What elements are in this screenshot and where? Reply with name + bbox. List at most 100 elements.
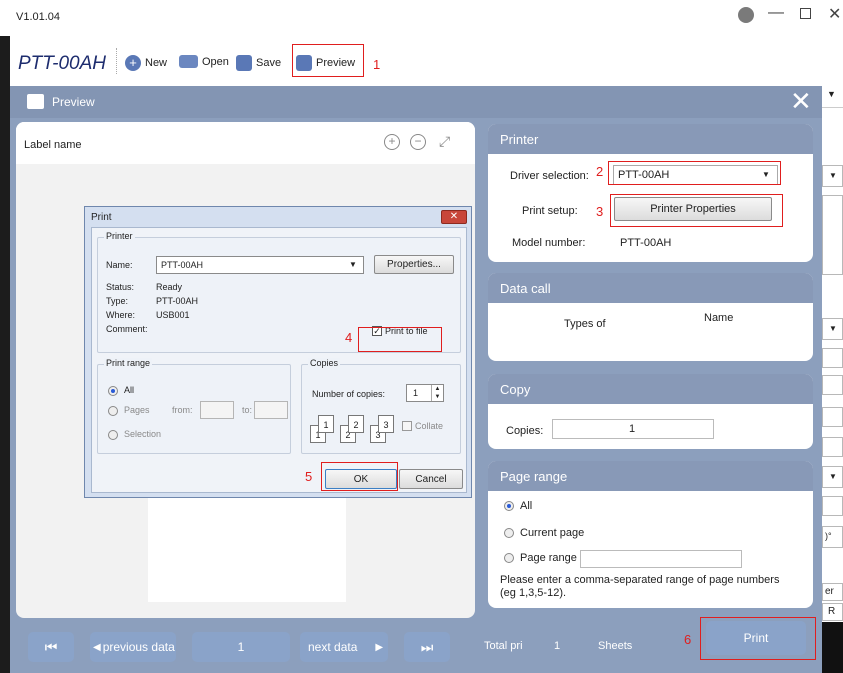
print-dialog-title: Print (91, 212, 112, 223)
printer-panel: Printer Driver selection: PTT-00AH ▼ Pri… (488, 124, 813, 262)
skip-back-icon: ⏮ (44, 638, 58, 655)
range-from-label: from: (172, 405, 193, 415)
page-number-field[interactable]: 1 (192, 632, 290, 662)
annotation-number-2: 2 (596, 164, 604, 179)
window-title-bar: V1.01.04 — ✕ (0, 0, 843, 36)
properties-button[interactable]: Properties... (374, 255, 454, 274)
folder-icon (179, 55, 198, 68)
printer-name-select[interactable]: PTT-00AH ▼ (156, 256, 364, 274)
globe-icon[interactable] (738, 7, 754, 23)
range-pages-option[interactable]: Pages (108, 405, 150, 416)
radio-icon (108, 429, 118, 440)
page-range-input[interactable] (580, 550, 742, 568)
close-icon[interactable]: ✕ (790, 87, 812, 115)
driver-selection-label: Driver selection: (510, 170, 589, 182)
radio-selected-icon (504, 501, 514, 512)
range-to-label: to: (242, 405, 253, 415)
annotation-box-5 (321, 462, 398, 491)
page-range-custom-option[interactable]: Page range (504, 552, 577, 564)
annotation-box-4 (358, 327, 442, 352)
annotation-number-6: 6 (684, 632, 692, 647)
annotation-number-5: 5 (305, 469, 313, 484)
sheets-label: Sheets (598, 640, 633, 652)
side-input-1[interactable] (822, 348, 843, 368)
chevron-down-icon: ▼ (829, 324, 837, 333)
last-page-button[interactable]: ⏭ (404, 632, 450, 662)
side-dropdown-3[interactable]: ▼ (822, 466, 843, 488)
side-input-2[interactable] (822, 437, 843, 457)
radio-selected-icon (108, 385, 118, 396)
checkbox-icon (402, 421, 412, 431)
cancel-button[interactable]: Cancel (399, 469, 463, 489)
page-stack-icon: 3 (378, 415, 394, 433)
status-label: Status: (106, 282, 135, 292)
print-setup-label: Print setup: (522, 205, 578, 217)
range-all-option[interactable]: All (108, 385, 134, 396)
status-value: Ready (156, 282, 183, 292)
copies-stepper[interactable]: 1 ▲ ▼ (406, 384, 444, 402)
printer-icon (27, 94, 44, 109)
print-dialog: Print ✕ Printer Name: PTT-00AH ▼ Propert… (84, 206, 472, 498)
plus-icon: + (125, 55, 141, 71)
name-label: Name: (106, 260, 133, 270)
annotation-number-3: 3 (596, 204, 604, 219)
print-range-group: Print range All Pages from: to: Selectio… (97, 358, 291, 454)
side-r-button[interactable]: R (822, 603, 843, 621)
side-stepper-1[interactable] (822, 375, 843, 395)
where-label: Where: (106, 310, 136, 320)
radio-icon (504, 528, 514, 539)
page-range-all-option[interactable]: All (504, 500, 532, 512)
range-selection-option[interactable]: Selection (108, 429, 161, 440)
data-call-col-name: Name (704, 312, 734, 324)
close-icon[interactable]: ✕ (441, 210, 467, 224)
new-button[interactable]: + New (125, 55, 167, 71)
page-range-current-option[interactable]: Current page (504, 527, 584, 539)
total-printed-value: 1 (554, 640, 561, 652)
open-button[interactable]: Open (179, 55, 229, 68)
zoom-out-icon[interactable]: − (410, 134, 426, 150)
restore-icon[interactable] (800, 8, 811, 19)
side-textarea[interactable] (822, 195, 843, 275)
side-dropdown-1[interactable]: ▼ (822, 165, 843, 187)
skip-forward-icon: ⏭ (420, 638, 434, 655)
range-from-input[interactable] (200, 401, 234, 419)
printer-panel-header: Printer (488, 124, 813, 154)
preview-dialog-header: Preview ✕ (10, 86, 822, 118)
fullscreen-icon[interactable]: ⤢ (439, 133, 450, 150)
previous-data-button[interactable]: ◀ previous data (90, 632, 176, 662)
page-stack-icon: 1 (318, 415, 334, 433)
side-stepper-3[interactable] (822, 496, 843, 516)
data-call-panel: Data call Types of Name (488, 273, 813, 361)
type-value: PTT-00AH (156, 296, 199, 306)
page-range-hint: Please enter a comma-separated range of … (500, 574, 780, 599)
side-stepper-2[interactable] (822, 407, 843, 427)
total-printed-label: Total pri (484, 640, 523, 652)
minimize-icon[interactable]: — (768, 4, 784, 22)
floppy-icon (236, 55, 252, 71)
first-page-button[interactable]: ⏮ (28, 632, 74, 662)
side-dropdown-top[interactable]: ▼ (822, 86, 843, 108)
side-dropdown-2[interactable]: ▼ (822, 318, 843, 340)
side-black-footer (822, 622, 843, 673)
annotation-number-4: 4 (345, 330, 353, 345)
collate-checkbox[interactable]: Collate (402, 421, 443, 431)
copies-input[interactable]: 1 (552, 419, 714, 439)
zoom-in-icon[interactable]: + (384, 134, 400, 150)
side-er-button[interactable]: er (822, 583, 843, 601)
annotation-box-1 (292, 44, 364, 77)
next-data-button[interactable]: next data ▶ (300, 632, 388, 662)
stepper-arrows-icon[interactable]: ▲ ▼ (431, 385, 443, 401)
radio-icon (108, 405, 118, 416)
copies-group: Copies Number of copies: 1 ▲ ▼ 1 1 2 2 3 … (301, 358, 461, 454)
close-icon[interactable]: ✕ (828, 4, 841, 24)
side-angle-input[interactable]: )° (822, 526, 843, 548)
save-button[interactable]: Save (236, 55, 281, 71)
annotation-box-6 (700, 617, 816, 660)
toolbar: PTT-00AH + New Open Save Preview (10, 36, 843, 86)
range-to-input[interactable] (254, 401, 288, 419)
comment-label: Comment: (106, 324, 148, 334)
toolbar-divider (116, 48, 117, 74)
where-value: USB001 (156, 310, 190, 320)
caret-left-icon: ◀ (93, 641, 101, 653)
preview-toolbar: Label name + − ⤢ (16, 122, 475, 164)
